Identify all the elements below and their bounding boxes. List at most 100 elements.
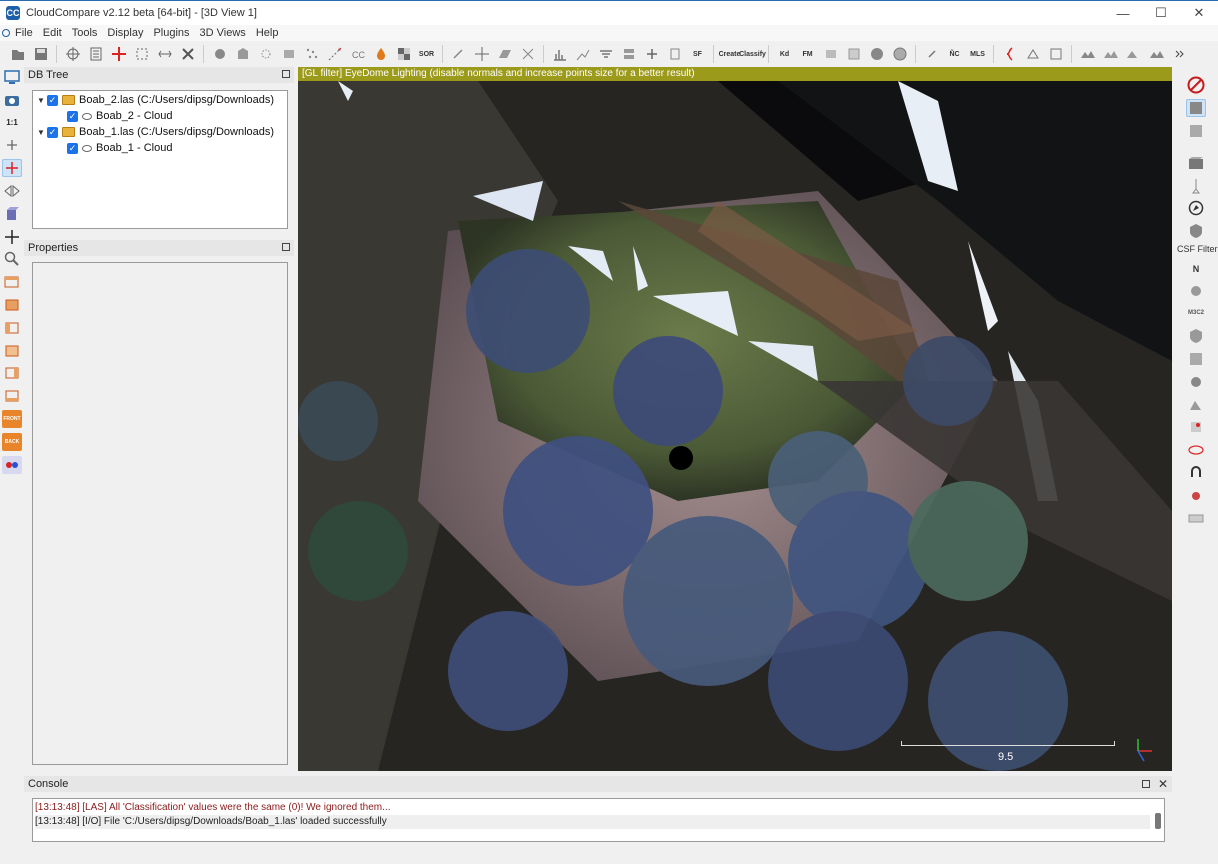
more-tools-icon[interactable] <box>1171 45 1189 63</box>
normals-icon[interactable] <box>257 45 275 63</box>
tree-item-boab2-cloud[interactable]: ✓ Boab_2 - Cloud <box>67 108 172 124</box>
normal-consistency-icon[interactable]: ÑC <box>946 45 964 63</box>
facet-icon[interactable]: FM <box>799 45 817 63</box>
stereo-icon[interactable] <box>2 455 22 474</box>
view-icon[interactable] <box>2 68 22 86</box>
terrain-2-icon[interactable] <box>1102 45 1120 63</box>
subsample-icon[interactable] <box>303 45 321 63</box>
visibility-checkbox[interactable]: ✓ <box>47 94 58 106</box>
back-iso-icon[interactable]: BACK <box>2 432 22 451</box>
stop-icon[interactable] <box>1186 76 1206 94</box>
magnet-icon[interactable] <box>1186 463 1206 481</box>
translate-rotate-icon[interactable] <box>64 45 82 63</box>
menu-edit[interactable]: Edit <box>38 27 67 39</box>
octree-icon[interactable] <box>280 45 298 63</box>
segment-icon[interactable] <box>133 45 151 63</box>
list-icon[interactable] <box>87 45 105 63</box>
sample-points-icon[interactable] <box>211 45 229 63</box>
float-panel-icon[interactable] <box>282 70 290 78</box>
rasterize-icon[interactable] <box>1186 99 1206 117</box>
point-list-icon[interactable] <box>845 45 863 63</box>
back-view-icon[interactable] <box>2 342 22 360</box>
pen-icon[interactable] <box>1186 177 1206 195</box>
tree-item-boab1-cloud[interactable]: ✓ Boab_1 - Cloud <box>67 140 172 156</box>
left-view-icon[interactable] <box>2 319 22 337</box>
grid-icon[interactable] <box>1186 350 1206 368</box>
menu-file[interactable]: File <box>10 27 38 39</box>
cross-section-icon[interactable] <box>519 45 537 63</box>
one-to-one-icon[interactable]: 1:1 <box>2 114 22 132</box>
m3c2-icon[interactable]: M3C2 <box>1186 304 1206 322</box>
camera-icon[interactable] <box>2 91 22 109</box>
hough-icon[interactable] <box>1001 45 1019 63</box>
move-icon[interactable] <box>473 45 491 63</box>
link-icon[interactable] <box>923 45 941 63</box>
random-icon[interactable] <box>1186 418 1206 436</box>
visibility-checkbox[interactable]: ✓ <box>67 142 78 154</box>
menu-tools[interactable]: Tools <box>67 27 103 39</box>
csf-filter-icon[interactable] <box>1186 222 1206 240</box>
front-view-icon[interactable] <box>2 296 22 314</box>
histogram-icon[interactable] <box>551 45 569 63</box>
canupo-classify-icon[interactable]: Classify <box>739 45 766 63</box>
canupo-create-icon[interactable]: Create <box>719 45 741 63</box>
minimize-button[interactable]: — <box>1104 1 1142 25</box>
sf-color-icon[interactable]: SF <box>689 45 707 63</box>
auto-pick-icon[interactable] <box>2 159 22 178</box>
cloud-layers-icon[interactable] <box>1186 282 1206 300</box>
clean-icon[interactable] <box>450 45 468 63</box>
connected-components-icon[interactable]: CC <box>349 45 367 63</box>
float-panel-icon[interactable] <box>282 243 290 251</box>
bug-icon[interactable] <box>1186 486 1206 504</box>
sphere-icon[interactable] <box>891 45 909 63</box>
distance-icon[interactable] <box>326 45 344 63</box>
sf-gradient-icon[interactable] <box>234 45 252 63</box>
terrain-icon[interactable] <box>1186 396 1206 414</box>
crosshair-icon[interactable] <box>2 228 22 246</box>
maximize-button[interactable]: ☐ <box>1142 1 1180 25</box>
add-sf-icon[interactable] <box>643 45 661 63</box>
close-window-button[interactable]: ✕ <box>1180 1 1218 25</box>
checkerboard-icon[interactable] <box>395 45 413 63</box>
bottom-view-icon[interactable] <box>2 387 22 405</box>
ruler-icon[interactable] <box>1186 509 1206 527</box>
menu-display[interactable]: Display <box>102 27 148 39</box>
3d-viewport[interactable]: 9.5 <box>298 81 1172 771</box>
globe-icon[interactable] <box>868 45 886 63</box>
close-console-icon[interactable]: ✕ <box>1158 777 1168 791</box>
merge-icon[interactable] <box>620 45 638 63</box>
delete-icon[interactable] <box>179 45 197 63</box>
terrain-3-icon[interactable] <box>1125 45 1143 63</box>
terrain-icon[interactable] <box>1079 45 1097 63</box>
plane-icon[interactable] <box>496 45 514 63</box>
ransac-icon[interactable] <box>1047 45 1065 63</box>
filter-icon[interactable] <box>597 45 615 63</box>
collapse-arrow-icon[interactable]: ▼ <box>37 128 47 137</box>
tree-item-boab1-file[interactable]: ▼ ✓ Boab_1.las (C:/Users/dipsg/Downloads… <box>37 124 274 140</box>
open-file-icon[interactable] <box>9 45 27 63</box>
animation-icon[interactable] <box>1186 154 1206 172</box>
zoom-icon[interactable] <box>2 250 22 268</box>
ellipse-icon[interactable] <box>1186 441 1206 459</box>
top-view-icon[interactable] <box>2 273 22 291</box>
mls-icon[interactable]: MLS <box>969 45 987 63</box>
point-picking-icon[interactable] <box>110 45 128 63</box>
console-scrollbar[interactable] <box>1155 813 1161 829</box>
compass-icon[interactable] <box>1186 199 1206 217</box>
tree-item-boab2-file[interactable]: ▼ ✓ Boab_2.las (C:/Users/dipsg/Downloads… <box>37 92 274 108</box>
terrain-4-icon[interactable] <box>1148 45 1166 63</box>
plus-icon[interactable] <box>2 136 22 154</box>
north-arrow-icon[interactable]: N <box>1186 260 1206 278</box>
remove-sf-icon[interactable] <box>666 45 684 63</box>
visibility-checkbox[interactable]: ✓ <box>47 126 58 138</box>
menu-3d-views[interactable]: 3D Views <box>195 27 251 39</box>
section-icon[interactable] <box>1024 45 1042 63</box>
menu-plugins[interactable]: Plugins <box>148 27 194 39</box>
color-icon[interactable] <box>372 45 390 63</box>
shield-icon[interactable] <box>1186 327 1206 345</box>
kd-tree-icon[interactable]: Kd <box>776 45 794 63</box>
align-icon[interactable] <box>156 45 174 63</box>
float-panel-icon[interactable] <box>1142 780 1150 788</box>
front-iso-icon[interactable]: FRONT <box>2 409 22 428</box>
cube-icon[interactable] <box>2 205 22 223</box>
